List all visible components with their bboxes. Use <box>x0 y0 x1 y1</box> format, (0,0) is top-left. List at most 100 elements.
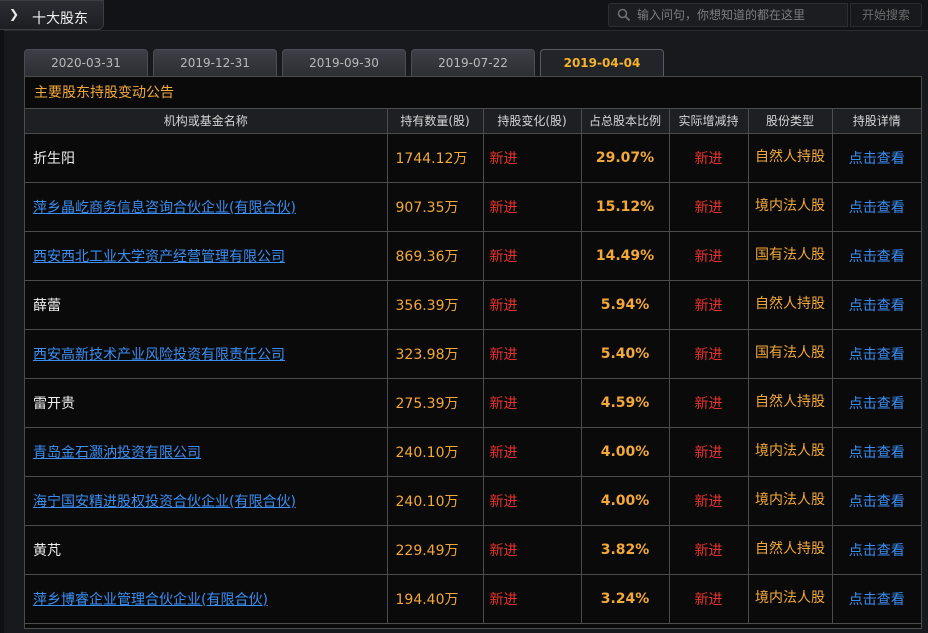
shareholder-name: 折生阳 <box>33 150 75 167</box>
holding-change: 新进 <box>482 181 582 232</box>
table-title: 主要股东持股变动公告 <box>25 77 921 109</box>
holding-change: 新进 <box>482 132 582 183</box>
table-row: 西安高新技术产业风险投资有限责任公司 323.98万 新进 5.40% 新进 国有法人股点… <box>25 328 921 379</box>
tab-2019-04-04[interactable]: 2019-04-04 <box>540 49 664 77</box>
actual-change: 新进 <box>668 377 749 428</box>
shareholder-name: 薛蕾 <box>33 297 61 314</box>
column-header-ratio: 占总股本比例 <box>580 109 670 134</box>
actual-change: 新进 <box>668 132 749 183</box>
shareholder-name-link[interactable]: 萍乡博睿企业管理合伙企业(有限合伙) <box>33 592 268 608</box>
holding-change: 新进 <box>482 475 582 526</box>
view-detail-link[interactable]: 点击查看 <box>831 573 921 624</box>
shareholder-name: 黄芃 <box>33 542 61 559</box>
view-detail-link[interactable]: 点击查看 <box>831 524 921 575</box>
share-ratio: 29.07% <box>580 132 670 183</box>
column-header-detail: 持股详情 <box>831 109 921 134</box>
column-header-change: 持股变化(股) <box>482 109 582 134</box>
shareholder-name-link[interactable]: 青岛金石灏汭投资有限公司 <box>33 445 201 461</box>
share-ratio: 4.00% <box>580 475 670 526</box>
table-row: 青岛金石灏汭投资有限公司 240.10万 新进 4.00% 新进 境内法人股 点击查看 <box>25 426 921 477</box>
shareholder-table-container: 主要股东持股变动公告 机构或基金名称 持有数量(股) 持股变化(股) 占总股本比… <box>24 76 922 629</box>
column-header-share-type: 股份类型 <box>747 109 833 134</box>
share-ratio: 5.94% <box>580 279 670 330</box>
share-ratio: 3.24% <box>580 573 670 624</box>
shareholder-name-cell: 雷开贵 <box>25 377 388 428</box>
shareholder-name-link[interactable]: 海宁国安精进股权投资合伙企业(有限合伙) <box>33 494 296 510</box>
holding-quantity: 356.39万 <box>386 279 484 330</box>
view-detail-link[interactable]: 点击查看 <box>831 328 921 379</box>
shareholder-name-link[interactable]: 西安西北工业大学资产经营管理有限公司 <box>33 249 285 265</box>
table-header-row: 机构或基金名称 持有数量(股) 持股变化(股) 占总股本比例 实际增减持 股份类… <box>25 109 921 134</box>
share-ratio: 15.12% <box>580 181 670 232</box>
tab-2019-07-22[interactable]: 2019-07-22 <box>411 49 535 76</box>
shareholder-name-cell: 薛蕾 <box>25 279 388 330</box>
share-ratio: 3.82% <box>580 524 670 575</box>
view-detail-link[interactable]: 点击查看 <box>831 426 921 477</box>
search-input[interactable] <box>637 6 845 24</box>
share-type: 自然人持股 <box>747 377 833 428</box>
actual-change: 新进 <box>668 573 749 624</box>
share-type: 境内法人股 <box>747 426 833 477</box>
holding-quantity: 240.10万 <box>386 475 484 526</box>
holding-change: 新进 <box>482 573 582 624</box>
shareholder-name-link[interactable]: 萍乡晶屹商务信息咨询合伙企业(有限合伙) <box>33 200 296 216</box>
chevron-right-icon: ❯ <box>9 7 20 21</box>
share-ratio: 4.59% <box>580 377 670 428</box>
column-header-name: 机构或基金名称 <box>25 109 388 134</box>
table-row: 萍乡晶屹商务信息咨询合伙企业(有限合伙) 907.35万 新进 15.12% 新进 境内法… <box>25 181 921 232</box>
holding-quantity: 194.40万 <box>386 573 484 624</box>
search-button[interactable]: 开始搜索 <box>850 3 922 27</box>
section-title: 十大股东 <box>32 11 88 27</box>
tab-2019-12-31[interactable]: 2019-12-31 <box>153 49 277 76</box>
share-type: 境内法人股 <box>747 181 833 232</box>
table-row: 海宁国安精进股权投资合伙企业(有限合伙) 240.10万 新进 4.00% 新进 境内法人… <box>25 475 921 526</box>
share-type: 自然人持股 <box>747 132 833 183</box>
holding-quantity: 907.35万 <box>386 181 484 232</box>
holding-quantity: 1744.12万 <box>386 132 484 183</box>
shareholder-name-cell: 折生阳 <box>25 132 388 183</box>
shareholder-name-cell: 西安西北工业大学资产经营管理有限公司 <box>25 230 388 281</box>
holding-quantity: 240.10万 <box>386 426 484 477</box>
table-row: 黄芃 229.49万 新进 3.82% 新进 自然人持股 点击查看 <box>25 524 921 575</box>
actual-change: 新进 <box>668 279 749 330</box>
tab-2019-09-30[interactable]: 2019-09-30 <box>282 49 406 76</box>
tab-2020-03-31[interactable]: 2020-03-31 <box>24 49 148 76</box>
holding-change: 新进 <box>482 328 582 379</box>
actual-change: 新进 <box>668 328 749 379</box>
share-type: 自然人持股 <box>747 524 833 575</box>
shareholder-name-cell: 西安高新技术产业风险投资有限责任公司 <box>25 328 388 379</box>
shareholder-name-cell: 黄芃 <box>25 524 388 575</box>
share-type: 境内法人股 <box>747 475 833 526</box>
view-detail-link[interactable]: 点击查看 <box>831 181 921 232</box>
holding-change: 新进 <box>482 279 582 330</box>
shareholder-name-link[interactable]: 西安高新技术产业风险投资有限责任公司 <box>33 347 285 363</box>
shareholder-name-cell: 海宁国安精进股权投资合伙企业(有限合伙) <box>25 475 388 526</box>
shareholder-name: 雷开贵 <box>33 395 75 412</box>
column-header-actual-change: 实际增减持 <box>668 109 749 134</box>
actual-change: 新进 <box>668 426 749 477</box>
share-ratio: 5.40% <box>580 328 670 379</box>
share-ratio: 4.00% <box>580 426 670 477</box>
view-detail-link[interactable]: 点击查看 <box>831 377 921 428</box>
column-header-quantity: 持有数量(股) <box>386 109 484 134</box>
holding-change: 新进 <box>482 426 582 477</box>
holding-quantity: 275.39万 <box>386 377 484 428</box>
share-type: 境内法人股 <box>747 573 833 624</box>
table-row: 折生阳 1744.12万 新进 29.07% 新进 自然人持股 点击查看 <box>25 132 921 183</box>
holding-quantity: 869.36万 <box>386 230 484 281</box>
view-detail-link[interactable]: 点击查看 <box>831 279 921 330</box>
holding-quantity: 323.98万 <box>386 328 484 379</box>
shareholder-name-cell: 萍乡博睿企业管理合伙企业(有限合伙) <box>25 573 388 624</box>
actual-change: 新进 <box>668 230 749 281</box>
actual-change: 新进 <box>668 181 749 232</box>
holding-quantity: 229.49万 <box>386 524 484 575</box>
section-title-box[interactable]: ❯ 十大股东 <box>0 0 104 30</box>
view-detail-link[interactable]: 点击查看 <box>831 475 921 526</box>
table-row: 西安西北工业大学资产经营管理有限公司 869.36万 新进 14.49% 新进 国有法人股… <box>25 230 921 281</box>
table-row: 萍乡博睿企业管理合伙企业(有限合伙) 194.40万 新进 3.24% 新进 境内法人股点… <box>25 573 921 624</box>
view-detail-link[interactable]: 点击查看 <box>831 230 921 281</box>
shareholder-name-cell: 萍乡晶屹商务信息咨询合伙企业(有限合伙) <box>25 181 388 232</box>
share-ratio: 14.49% <box>580 230 670 281</box>
actual-change: 新进 <box>668 524 749 575</box>
view-detail-link[interactable]: 点击查看 <box>831 132 921 183</box>
